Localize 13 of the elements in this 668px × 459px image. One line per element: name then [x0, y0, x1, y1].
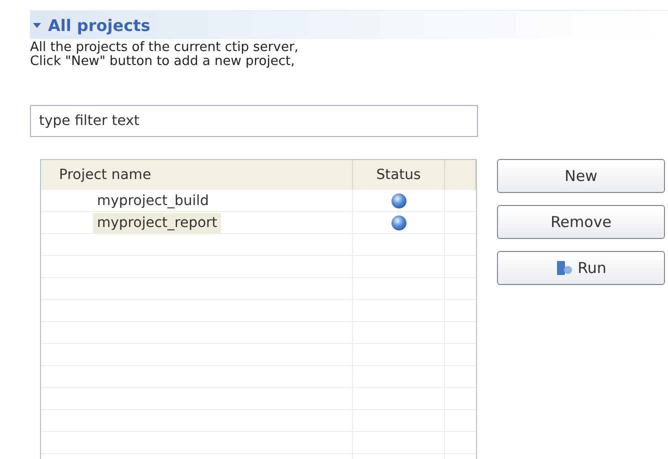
description-text: All the projects of the current ctip server, — [30, 41, 300, 55]
filter-field[interactable]: type filter text — [30, 105, 478, 137]
description-text: Click "New" button to add a new project, — [30, 55, 296, 69]
section-title: All projects — [48, 16, 150, 34]
run-button[interactable]: Run — [497, 251, 665, 285]
column-header[interactable]: Project name — [41, 160, 353, 190]
project-name[interactable]: myproject_report — [93, 213, 222, 233]
collapse-caret-icon[interactable] — [32, 20, 42, 30]
action-button[interactable]: New — [497, 159, 665, 193]
header-filler — [445, 160, 476, 190]
project-name[interactable]: myproject_build — [93, 191, 213, 211]
column-header[interactable]: Status — [353, 160, 445, 190]
action-button[interactable]: Remove — [497, 205, 665, 239]
